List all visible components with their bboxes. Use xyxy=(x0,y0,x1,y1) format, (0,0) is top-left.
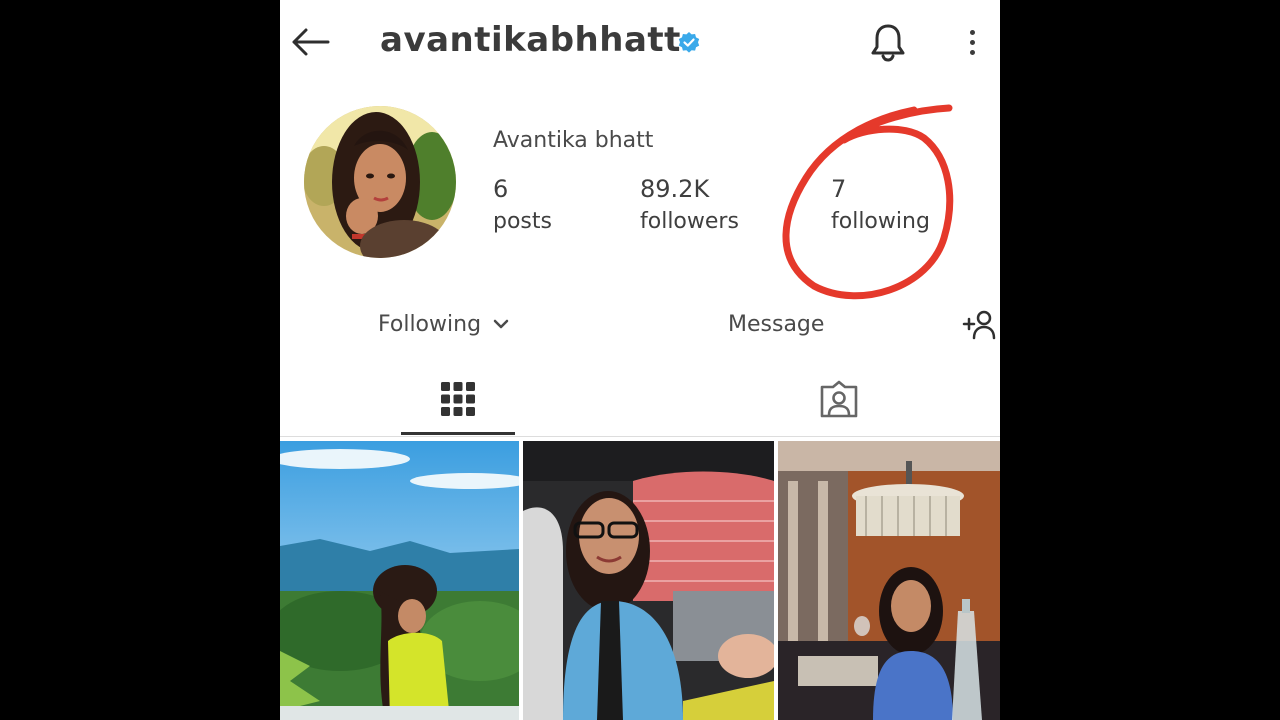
back-arrow-icon xyxy=(292,28,330,56)
following-count[interactable]: 7 following xyxy=(831,174,930,240)
verified-badge-icon xyxy=(678,32,700,53)
profile-avatar[interactable] xyxy=(304,106,456,258)
post-image xyxy=(523,441,774,720)
posts-count[interactable]: 6 posts xyxy=(493,174,552,240)
followers-count-value: 89.2K xyxy=(640,175,710,203)
grid-icon xyxy=(441,382,475,416)
more-options-button[interactable] xyxy=(960,22,984,62)
grid-post-2[interactable] xyxy=(523,441,774,720)
grid-post-3[interactable] xyxy=(778,441,1000,720)
profile-username: avantikabhhatt xyxy=(380,20,681,60)
followers-count-label: followers xyxy=(640,209,739,234)
notifications-button[interactable] xyxy=(866,20,910,64)
message-button[interactable]: Message xyxy=(728,306,824,342)
back-button[interactable] xyxy=(288,20,332,64)
add-user-icon[interactable] xyxy=(962,308,996,340)
post-image xyxy=(280,441,519,720)
message-button-label: Message xyxy=(728,311,825,337)
chevron-down-icon xyxy=(493,319,509,329)
bell-icon xyxy=(871,24,905,62)
tab-divider xyxy=(280,436,1000,437)
tab-posts-grid[interactable] xyxy=(401,362,515,436)
posts-count-label: posts xyxy=(493,209,552,234)
following-button[interactable]: Following xyxy=(378,306,509,342)
tab-tagged[interactable] xyxy=(780,362,898,436)
grid-post-1[interactable] xyxy=(280,441,519,720)
more-vertical-icon xyxy=(969,29,975,35)
post-image xyxy=(778,441,1000,720)
following-button-label: Following xyxy=(378,311,482,337)
active-tab-indicator xyxy=(401,432,515,435)
following-count-value: 7 xyxy=(831,175,847,203)
profile-full-name: Avantika bhatt xyxy=(493,128,654,153)
tagged-person-icon xyxy=(820,380,858,418)
posts-count-value: 6 xyxy=(493,175,509,203)
followers-count[interactable]: 89.2K followers xyxy=(640,174,739,240)
following-count-label: following xyxy=(831,209,930,234)
profile-screen: avantikabhhatt Avantika bhatt 6 posts 89… xyxy=(280,0,1000,720)
avatar-image xyxy=(304,106,456,258)
